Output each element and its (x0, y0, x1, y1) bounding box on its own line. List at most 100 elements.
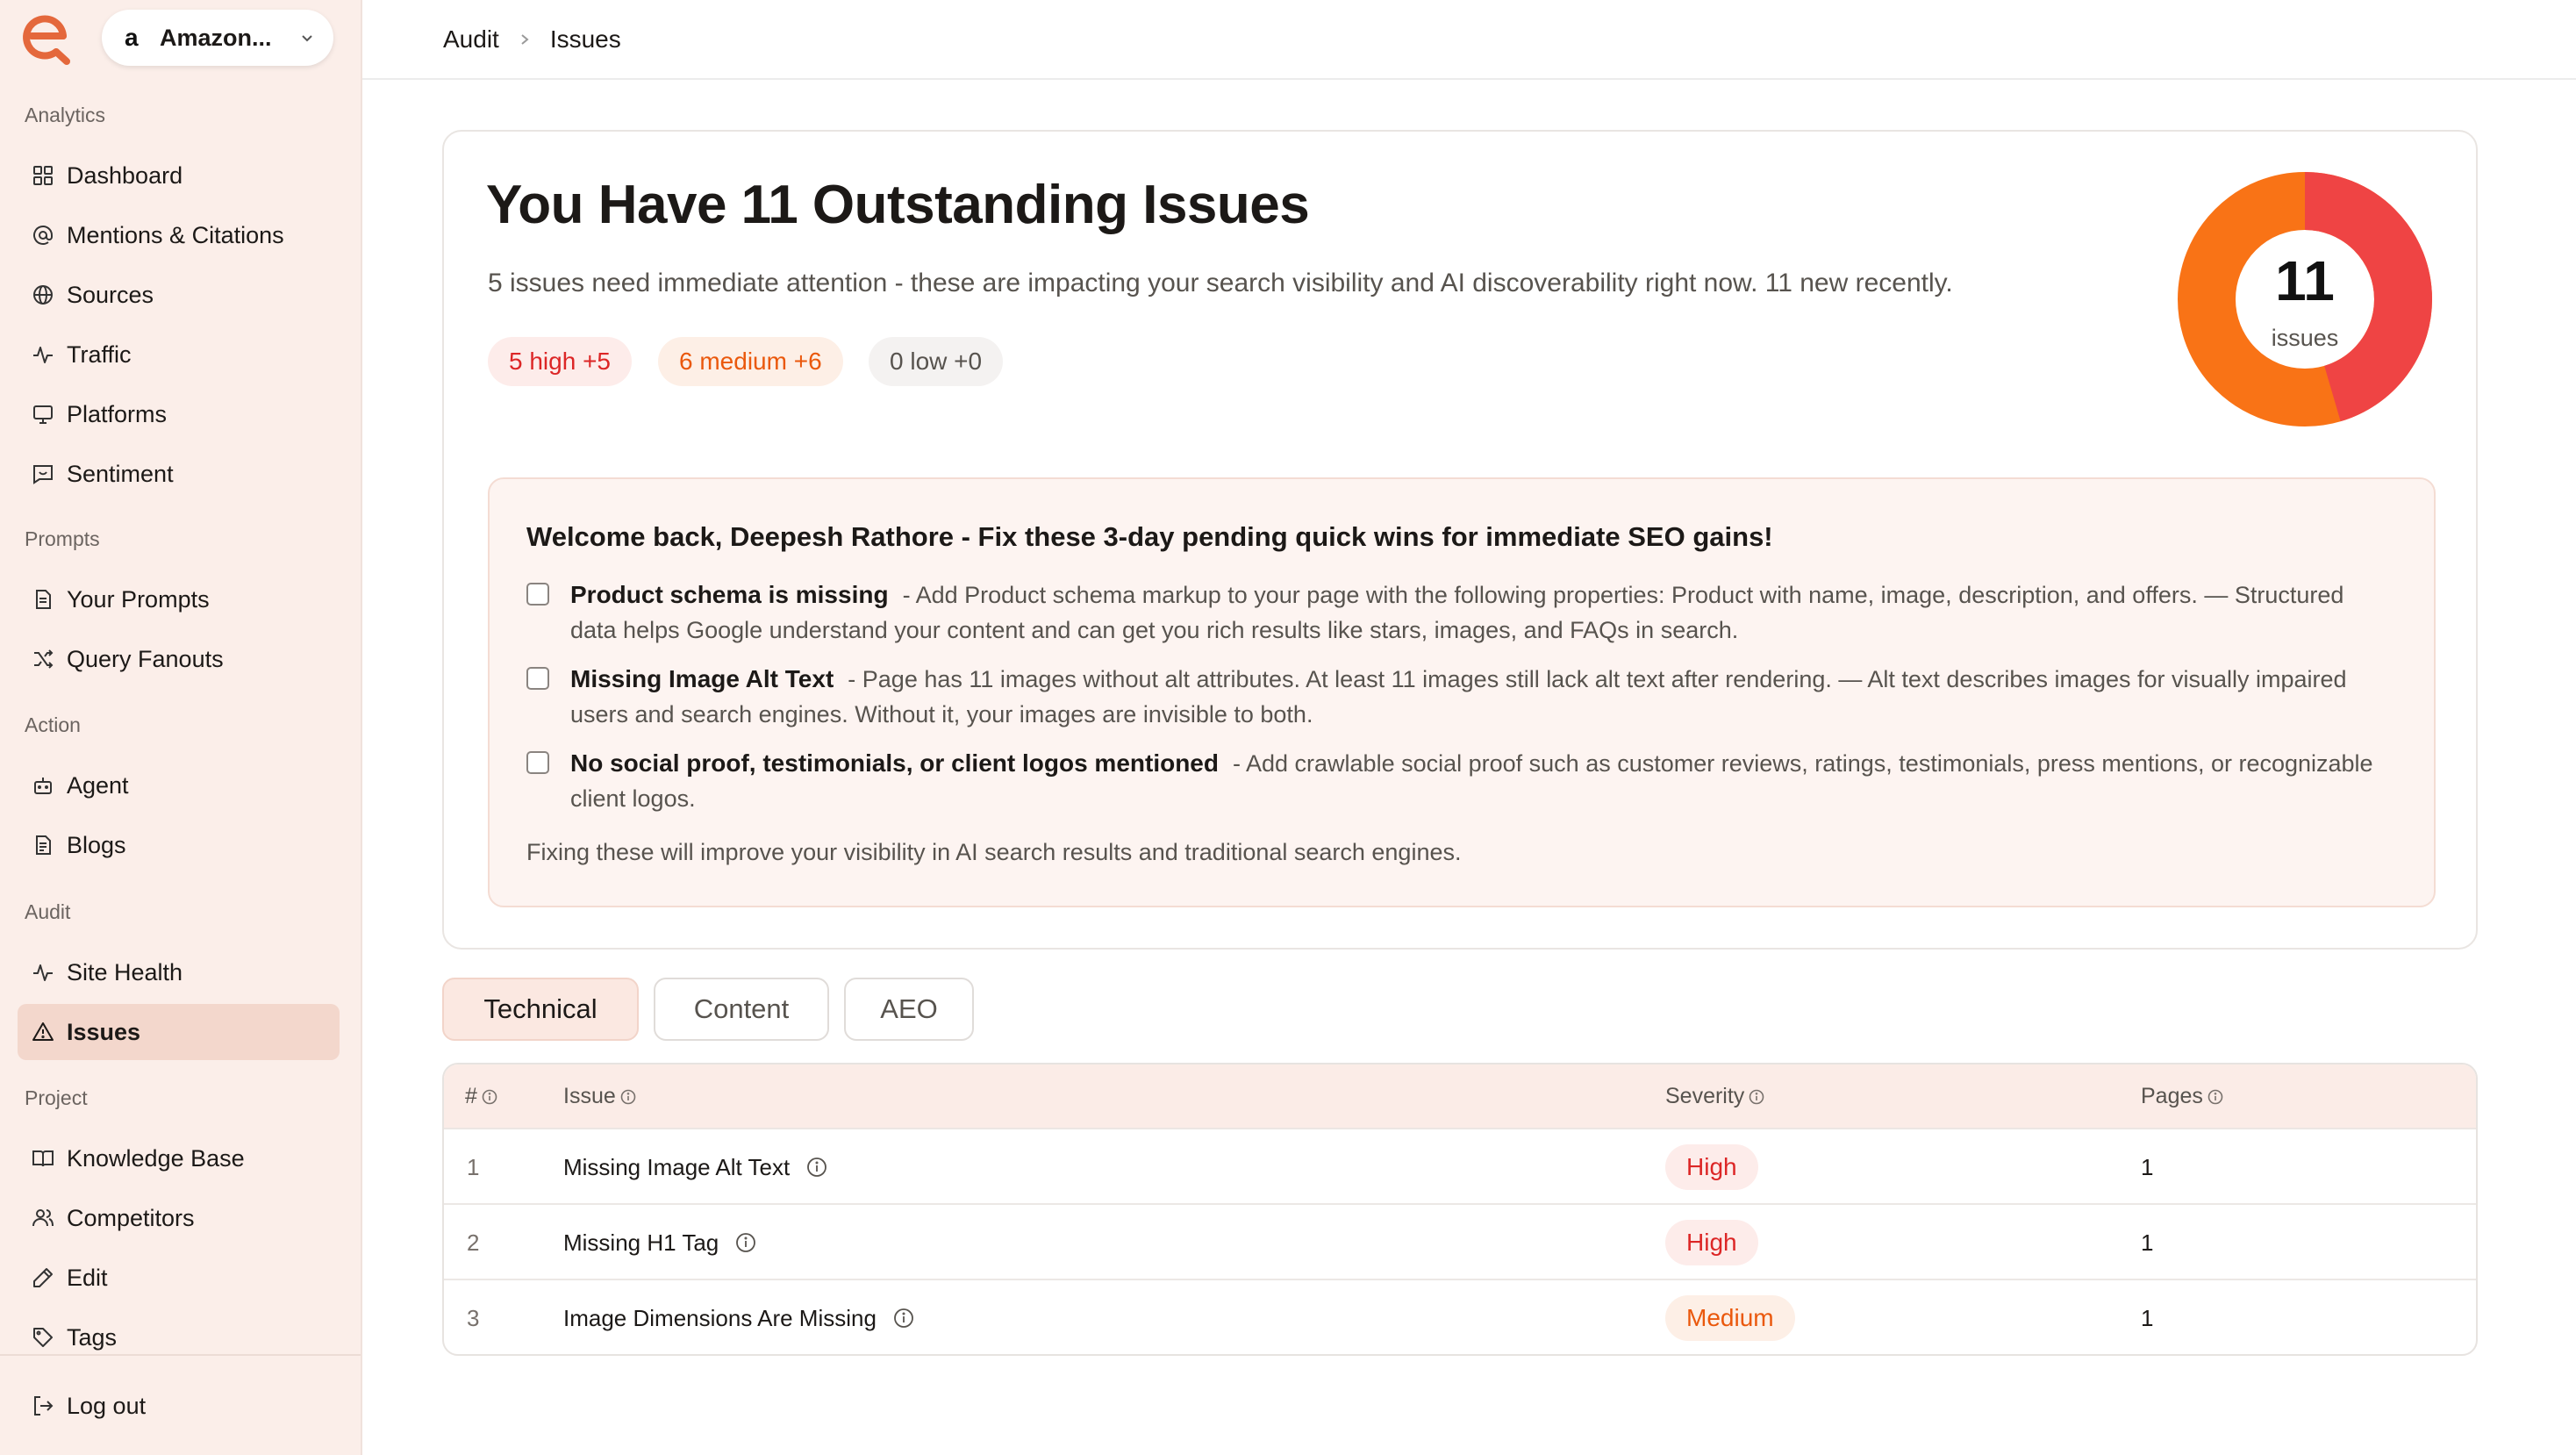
table-row[interactable]: 3 Image Dimensions Are Missing Medium 1 (444, 1280, 2476, 1354)
sidebar-item-mentions[interactable]: Mentions & Citations (18, 207, 340, 263)
column-header-pages[interactable]: Pages (2141, 1084, 2224, 1109)
quick-win-item: Product schema is missing - Add Product s… (526, 577, 2386, 648)
tab-content[interactable]: Content (654, 978, 829, 1041)
quick-wins-panel: Welcome back, Deepesh Rathore - Fix thes… (488, 477, 2436, 907)
row-number: 3 (467, 1304, 480, 1331)
quick-win-item: Missing Image Alt Text - Page has 11 imag… (526, 662, 2386, 732)
sidebar-item-dashboard[interactable]: Dashboard (18, 147, 340, 204)
sidebar-item-query-fanouts[interactable]: Query Fanouts (18, 631, 340, 687)
sidebar-item-your-prompts[interactable]: Your Prompts (18, 571, 340, 627)
breadcrumb-audit[interactable]: Audit (443, 25, 499, 54)
sidebar-item-knowledge-base[interactable]: Knowledge Base (18, 1130, 340, 1186)
sidebar-item-label: Mentions & Citations (67, 221, 284, 248)
tab-aeo[interactable]: AEO (844, 978, 974, 1041)
workspace-name: Amazon... (160, 24, 272, 51)
brand-logo-icon[interactable] (21, 12, 74, 65)
chevron-down-icon (302, 35, 312, 42)
sidebar-item-label: Your Prompts (67, 585, 210, 613)
sidebar-item-site-health[interactable]: Site Health (18, 944, 340, 1000)
row-issue: Image Dimensions Are Missing (563, 1280, 915, 1354)
alert-triangle-icon (32, 1022, 54, 1041)
issues-table: # Issue Severity Pages 1 Missing Image A… (442, 1063, 2478, 1356)
sidebar-item-competitors[interactable]: Competitors (18, 1190, 340, 1246)
donut-label: issues (2272, 325, 2339, 351)
sidebar-item-label: Sources (67, 281, 154, 308)
workspace-switcher[interactable]: a Amazon... (102, 10, 333, 66)
column-header-issue[interactable]: Issue (563, 1084, 637, 1109)
sidebar-item-label: Edit (67, 1264, 108, 1291)
table-row[interactable]: 2 Missing H1 Tag High 1 (444, 1205, 2476, 1280)
medium-count-pill: 6 medium +6 (658, 337, 843, 386)
section-label-audit: Audit (25, 900, 71, 923)
book-open-icon (32, 1150, 54, 1167)
document-icon (36, 590, 51, 609)
severity-badge: High (1665, 1144, 1758, 1190)
sidebar-item-label: Issues (67, 1018, 141, 1045)
tab-technical[interactable]: Technical (442, 978, 639, 1041)
table-row[interactable]: 1 Missing Image Alt Text High 1 (444, 1129, 2476, 1205)
section-label-analytics: Analytics (25, 104, 106, 126)
sidebar-item-edit[interactable]: Edit (18, 1250, 340, 1306)
section-label-project: Project (25, 1086, 88, 1109)
sidebar-item-label: Agent (67, 771, 129, 799)
sidebar-item-label: Dashboard (67, 161, 183, 189)
sidebar-item-tags[interactable]: Tags (18, 1309, 340, 1365)
quick-win-title: Product schema is missing (570, 581, 889, 608)
monitor-icon (33, 405, 53, 424)
issue-name: Image Dimensions Are Missing (563, 1304, 877, 1331)
chevron-right-icon (521, 33, 529, 45)
quick-win-checkbox[interactable] (526, 583, 549, 606)
info-icon (620, 1089, 636, 1104)
info-icon[interactable] (734, 1231, 757, 1254)
sidebar-item-traffic[interactable]: Traffic (18, 326, 340, 383)
info-icon (1750, 1089, 1764, 1104)
table-header: # Issue Severity Pages (444, 1064, 2476, 1129)
info-icon[interactable] (892, 1307, 915, 1330)
logout-label: Log out (67, 1392, 147, 1419)
quick-win-item: No social proof, testimonials, or client… (526, 746, 2386, 816)
info-icon[interactable] (805, 1156, 828, 1179)
column-header-label: Issue (563, 1084, 616, 1108)
sidebar-item-blogs[interactable]: Blogs (18, 817, 340, 873)
row-severity: High (1665, 1205, 1758, 1280)
page-title: You Have 11 Outstanding Issues (486, 175, 1310, 235)
quick-win-checkbox[interactable] (526, 751, 549, 774)
message-smile-icon (33, 465, 53, 484)
sidebar-item-sentiment[interactable]: Sentiment (18, 446, 340, 502)
quick-wins-footer: Fixing these will improve your visibilit… (526, 839, 1462, 865)
sidebar-item-agent[interactable]: Agent (18, 757, 340, 814)
pencil-icon (33, 1268, 53, 1287)
column-header-label: # (465, 1084, 477, 1108)
column-header-number[interactable]: # (465, 1084, 498, 1109)
sidebar-item-label: Traffic (67, 340, 132, 368)
row-number: 1 (467, 1153, 480, 1180)
row-issue: Missing H1 Tag (563, 1205, 757, 1280)
quick-win-checkbox[interactable] (526, 667, 549, 690)
severity-badge: High (1665, 1220, 1758, 1265)
info-icon (482, 1089, 497, 1104)
shuffle-icon (34, 649, 54, 669)
sidebar-item-label: Query Fanouts (67, 645, 224, 672)
sidebar-item-platforms[interactable]: Platforms (18, 386, 340, 442)
file-text-icon (36, 835, 51, 855)
sidebar-item-issues[interactable]: Issues (18, 1004, 340, 1060)
row-pages: 1 (2141, 1153, 2154, 1180)
dashboard-grid-icon (33, 166, 53, 185)
issues-summary-card: You Have 11 Outstanding Issues 5 issues … (442, 130, 2478, 950)
row-issue: Missing Image Alt Text (563, 1129, 828, 1205)
row-severity: High (1665, 1129, 1758, 1205)
amazon-logo-icon: a (125, 24, 139, 51)
row-severity: Medium (1665, 1280, 1795, 1354)
column-header-severity[interactable]: Severity (1665, 1084, 1765, 1109)
sidebar-item-label: Site Health (67, 958, 183, 986)
sidebar-item-label: Tags (67, 1323, 118, 1351)
activity-pulse-icon (33, 347, 53, 363)
sidebar-item-sources[interactable]: Sources (18, 267, 340, 323)
globe-icon (33, 285, 53, 305)
breadcrumb-issues: Issues (549, 25, 621, 53)
logout-button[interactable]: Log out (18, 1378, 340, 1434)
summary-subtitle: 5 issues need immediate attention - thes… (488, 269, 1953, 297)
users-icon (32, 1209, 54, 1227)
sidebar: a Amazon... Analytics Dashboard Mentions… (0, 0, 362, 1455)
low-count-pill: 0 low +0 (869, 337, 1004, 386)
